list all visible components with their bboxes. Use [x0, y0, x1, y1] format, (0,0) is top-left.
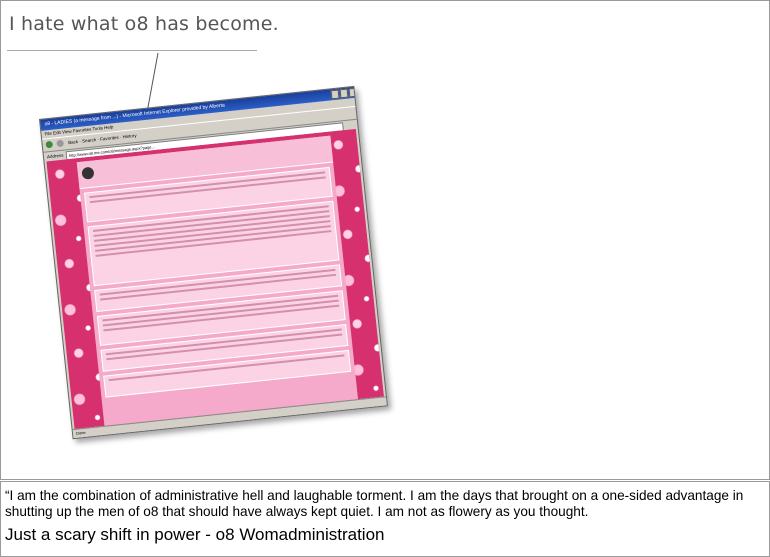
- webpage-content: NEWS: [76, 128, 359, 426]
- address-label: Address: [46, 152, 64, 160]
- window-controls: [330, 87, 355, 100]
- comic-panel: I hate what o8 has become. o8 - LADIES (…: [0, 0, 770, 480]
- quote-signature: Just a scary shift in power - o8 Womadmi…: [5, 525, 385, 544]
- forward-icon: [56, 139, 65, 148]
- webpage-viewport: NEWS: [46, 128, 384, 429]
- browser-screenshot: o8 - LADIES (a message from ...) - Micro…: [39, 85, 388, 440]
- quote-text: “I am the combination of administrative …: [5, 488, 744, 519]
- quote-panel: “I am the combination of administrative …: [0, 481, 770, 557]
- back-icon: [45, 141, 54, 149]
- site-logo: [81, 166, 95, 180]
